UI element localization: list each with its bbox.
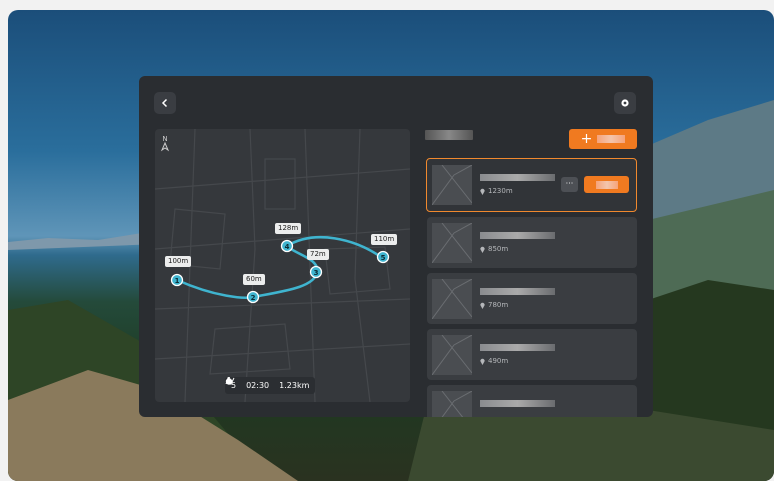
add-mission-button[interactable]: + bbox=[569, 129, 637, 149]
mission-thumbnail bbox=[432, 391, 472, 417]
waypoint-5[interactable]: 5 bbox=[381, 254, 386, 262]
waypoint-3[interactable]: 3 bbox=[314, 269, 319, 277]
mission-distance: 1230m bbox=[480, 187, 513, 195]
mission-distance: 490m bbox=[480, 357, 508, 365]
mission-distance: 850m bbox=[480, 245, 508, 253]
more-options-button[interactable]: ··· bbox=[561, 177, 578, 192]
mission-card[interactable]: 850m bbox=[427, 217, 637, 268]
segment-label: 60m bbox=[243, 274, 265, 285]
mission-card-selected[interactable]: 1230m ··· bbox=[426, 158, 637, 212]
mission-distance-value: 780m bbox=[488, 301, 509, 309]
mission-thumbnail bbox=[432, 279, 472, 319]
segment-label: 100m bbox=[165, 256, 192, 267]
route-distance: 1.23km bbox=[279, 381, 310, 390]
mission-distance-value: 850m bbox=[488, 245, 509, 253]
start-label-placeholder bbox=[595, 180, 618, 189]
route-duration: 02:30 bbox=[246, 381, 270, 390]
location-pin-icon bbox=[480, 188, 485, 195]
location-pin-icon bbox=[480, 302, 485, 309]
mission-card[interactable] bbox=[427, 385, 637, 417]
mission-name-placeholder bbox=[480, 232, 555, 239]
distance-icon bbox=[225, 377, 235, 385]
map-streets: 1 2 3 4 5 bbox=[155, 129, 410, 402]
mission-distance: 780m bbox=[480, 301, 508, 309]
location-pin-icon bbox=[480, 358, 485, 365]
mission-thumbnail bbox=[432, 165, 472, 205]
route-map[interactable]: 1 2 3 4 5 N 100m 60m 128m 72m 110m 5 02:… bbox=[155, 129, 410, 402]
mission-list-panel: + 1230m ··· 850m 780m 490m bbox=[425, 126, 639, 417]
back-button[interactable] bbox=[154, 92, 176, 114]
mission-distance-value: 1230m bbox=[488, 187, 513, 195]
segment-label: 110m bbox=[371, 234, 398, 245]
waypoint-4[interactable]: 4 bbox=[285, 243, 290, 251]
mission-panel: 1 2 3 4 5 N 100m 60m 128m 72m 110m 5 02:… bbox=[139, 76, 653, 417]
add-label-placeholder bbox=[597, 135, 626, 143]
settings-button[interactable] bbox=[614, 92, 636, 114]
back-icon bbox=[161, 98, 168, 108]
location-pin-icon bbox=[480, 246, 485, 253]
compass-icon: N bbox=[160, 135, 170, 152]
mission-card[interactable]: 490m bbox=[427, 329, 637, 380]
mission-thumbnail bbox=[432, 223, 472, 263]
list-title-placeholder bbox=[425, 130, 473, 140]
mission-name-placeholder bbox=[480, 288, 555, 295]
mission-thumbnail bbox=[432, 335, 472, 375]
mission-name-placeholder bbox=[480, 174, 555, 181]
segment-label: 128m bbox=[275, 223, 302, 234]
mission-distance-value: 490m bbox=[488, 357, 509, 365]
mission-name-placeholder bbox=[480, 344, 555, 351]
plus-icon: + bbox=[580, 131, 593, 147]
settings-icon bbox=[621, 99, 629, 107]
mission-name-placeholder bbox=[480, 400, 555, 407]
start-mission-button[interactable] bbox=[584, 176, 629, 193]
waypoint-2[interactable]: 2 bbox=[251, 294, 256, 302]
route-stats: 5 02:30 1.23km bbox=[225, 377, 316, 394]
mission-card[interactable]: 780m bbox=[427, 273, 637, 324]
waypoint-1[interactable]: 1 bbox=[175, 277, 180, 285]
segment-label: 72m bbox=[307, 249, 329, 260]
